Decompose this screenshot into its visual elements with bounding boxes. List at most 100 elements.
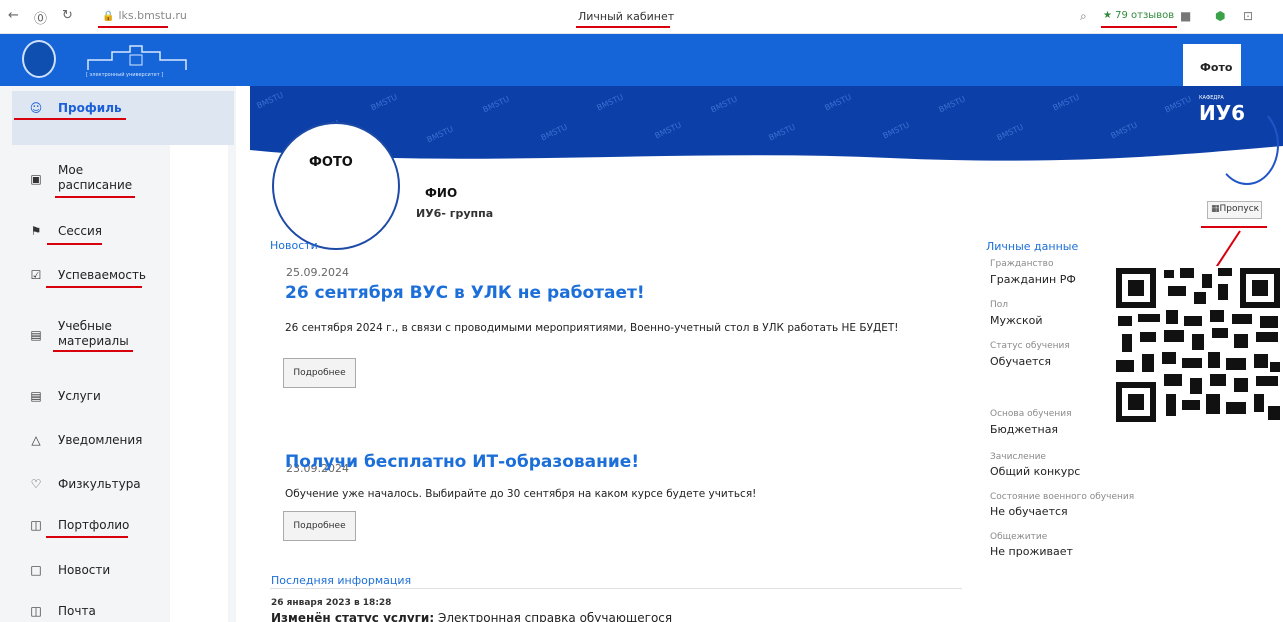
reload-icon[interactable]: ↻	[62, 8, 73, 23]
sidebar-item-schedule[interactable]: ▣ Мое расписание	[28, 163, 148, 193]
document-icon: ▤	[30, 328, 42, 342]
banner-watermark: BMSTU	[1163, 94, 1193, 115]
user-icon: ☺	[29, 101, 43, 115]
banner-watermark: BMSTU	[1109, 120, 1139, 141]
browser-toolbar: ← ⓪ ↻ 🔒 lks.bmstu.ru Личный кабинет ⌕ ★ 7…	[0, 0, 1283, 34]
banner-watermark: BMSTU	[481, 94, 511, 115]
divider	[270, 588, 962, 589]
briefcase-icon: ▤	[30, 389, 42, 403]
bookmark-icon: □	[30, 563, 42, 577]
sidebar-item-label: Почта	[58, 604, 96, 618]
page-title: Личный кабинет	[578, 10, 675, 23]
banner-watermark: BMSTU	[881, 120, 911, 141]
pd-value: Общий конкурс	[990, 465, 1081, 478]
sidebar-item-label: Успеваемость	[58, 268, 147, 282]
avatar-label: ФОТО	[309, 155, 353, 170]
sidebar-item-services[interactable]: ▤ Услуги	[28, 389, 101, 403]
pd-value: Обучается	[990, 355, 1052, 368]
news-title[interactable]: 26 сентября ВУС в УЛК не работает!	[285, 283, 645, 303]
sidebar-item-session[interactable]: ⚑ Сессия	[28, 224, 102, 238]
news-title[interactable]: Получи бесплатно ИТ-образование!	[285, 452, 639, 472]
annotation-underline	[14, 118, 126, 120]
annotation-underline	[1101, 26, 1177, 28]
profile-avatar[interactable]: ФОТО	[272, 122, 400, 250]
student-group: ИУ6- группа	[416, 207, 494, 220]
news-text: 26 сентября 2024 г., в связи с проводимы…	[285, 322, 899, 334]
site-info-icon[interactable]: ⓪	[34, 8, 47, 27]
banner-watermark: BMSTU	[369, 92, 399, 113]
sidebar-item-label: Профиль	[58, 101, 122, 115]
pd-label: Гражданство	[990, 259, 1054, 269]
flag-icon: ⚑	[30, 224, 42, 238]
last-info-value: Электронная справка обучающегося	[437, 611, 673, 622]
search-icon[interactable]: ⌕	[1080, 9, 1087, 24]
news-section-title: Новости	[270, 239, 318, 252]
sidebar-item-label: Сессия	[58, 224, 102, 238]
sidebar-item-label: Уведомления	[58, 433, 143, 447]
annotation-underline	[46, 286, 142, 288]
sidebar-item-materials[interactable]: ▤ Учебные материалы	[28, 319, 138, 349]
pd-value: Мужской	[990, 314, 1043, 327]
banner-wave	[250, 146, 1283, 170]
bookmark-icon[interactable]: ■	[1180, 9, 1191, 23]
sidebar-item-profile[interactable]: ☺ Профиль	[28, 101, 122, 115]
pass-button[interactable]: ▦Пропуск	[1207, 201, 1262, 219]
pd-label: Основа обучения	[990, 409, 1072, 419]
header-user-photo[interactable]: Фото	[1183, 44, 1241, 86]
extensions-icon[interactable]: ⊡	[1243, 9, 1253, 23]
banner-watermark: BMSTU	[653, 120, 683, 141]
shield-icon[interactable]: ⬢	[1215, 9, 1225, 23]
logo-caption: [ электронный университет ]	[86, 72, 164, 78]
sidebar-item-pe[interactable]: ♡ Физкультура	[28, 477, 141, 491]
sidebar-item-label: Мое расписание	[58, 163, 133, 192]
qr-code[interactable]	[1114, 266, 1282, 424]
pd-label: Состояние военного обучения	[990, 492, 1135, 502]
sidebar-item-label: Услуги	[58, 389, 101, 403]
last-info-text: Изменён статус услуги: Электронная справ…	[271, 611, 672, 622]
annotation-underline	[47, 243, 102, 245]
university-emblem-icon[interactable]	[22, 40, 56, 78]
pd-label: Пол	[990, 300, 1009, 310]
banner-watermark: BMSTU	[709, 94, 739, 115]
more-button[interactable]: Подробнее	[283, 358, 356, 388]
university-building-icon[interactable]	[86, 42, 190, 74]
news-text: Обучение уже началось. Выбирайте до 30 с…	[285, 488, 757, 500]
heart-icon: ♡	[30, 477, 42, 491]
student-name: ФИО	[425, 186, 458, 200]
banner-watermark: BMSTU	[1051, 92, 1081, 113]
reviews-badge[interactable]: ★ 79 отзывов	[1103, 10, 1174, 21]
mail-icon: ◫	[30, 604, 42, 618]
last-info-prefix: Изменён статус услуги:	[271, 611, 435, 622]
header-photo-label: Фото	[1200, 61, 1233, 74]
banner-watermark: BMSTU	[937, 94, 967, 115]
folder-icon: ◫	[30, 518, 42, 532]
sidebar-panel	[170, 145, 228, 622]
sidebar-item-notifications[interactable]: △ Уведомления	[28, 433, 142, 447]
sidebar-item-news[interactable]: □ Новости	[28, 563, 110, 577]
sidebar-item-grades[interactable]: ☑ Успеваемость	[28, 268, 146, 282]
pd-label: Зачисление	[990, 452, 1046, 462]
pd-label: Статус обучения	[990, 341, 1070, 351]
last-info-title: Последняя информация	[271, 574, 412, 587]
sidebar-item-label: Портфолио	[58, 518, 130, 532]
calendar-icon: ▣	[30, 172, 42, 186]
pd-value: Гражданин РФ	[990, 273, 1076, 286]
more-button[interactable]: Подробнее	[283, 511, 356, 541]
qr-code-icon: ▦	[1211, 204, 1220, 214]
sidebar-item-label: Физкультура	[58, 477, 141, 491]
back-icon[interactable]: ←	[8, 8, 19, 23]
kafedra-logo: ИУ6	[1199, 101, 1246, 125]
banner-watermark: BMSTU	[823, 92, 853, 113]
news-date: 25.09.2024	[286, 266, 349, 279]
banner-watermark: BMSTU	[255, 90, 285, 111]
address-bar[interactable]: 🔒 lks.bmstu.ru	[102, 9, 187, 22]
site-header	[0, 34, 1283, 86]
pass-button-label: Пропуск	[1219, 204, 1260, 214]
annotation-underline	[53, 350, 133, 352]
personal-data-title: Личные данные	[986, 240, 1079, 253]
bell-icon: △	[31, 433, 41, 447]
last-info-date: 26 января 2023 в 18:28	[271, 598, 392, 608]
sidebar-item-portfolio[interactable]: ◫ Портфолио	[28, 518, 129, 532]
banner-watermark: BMSTU	[595, 92, 625, 113]
sidebar-item-mail[interactable]: ◫ Почта	[28, 604, 96, 618]
